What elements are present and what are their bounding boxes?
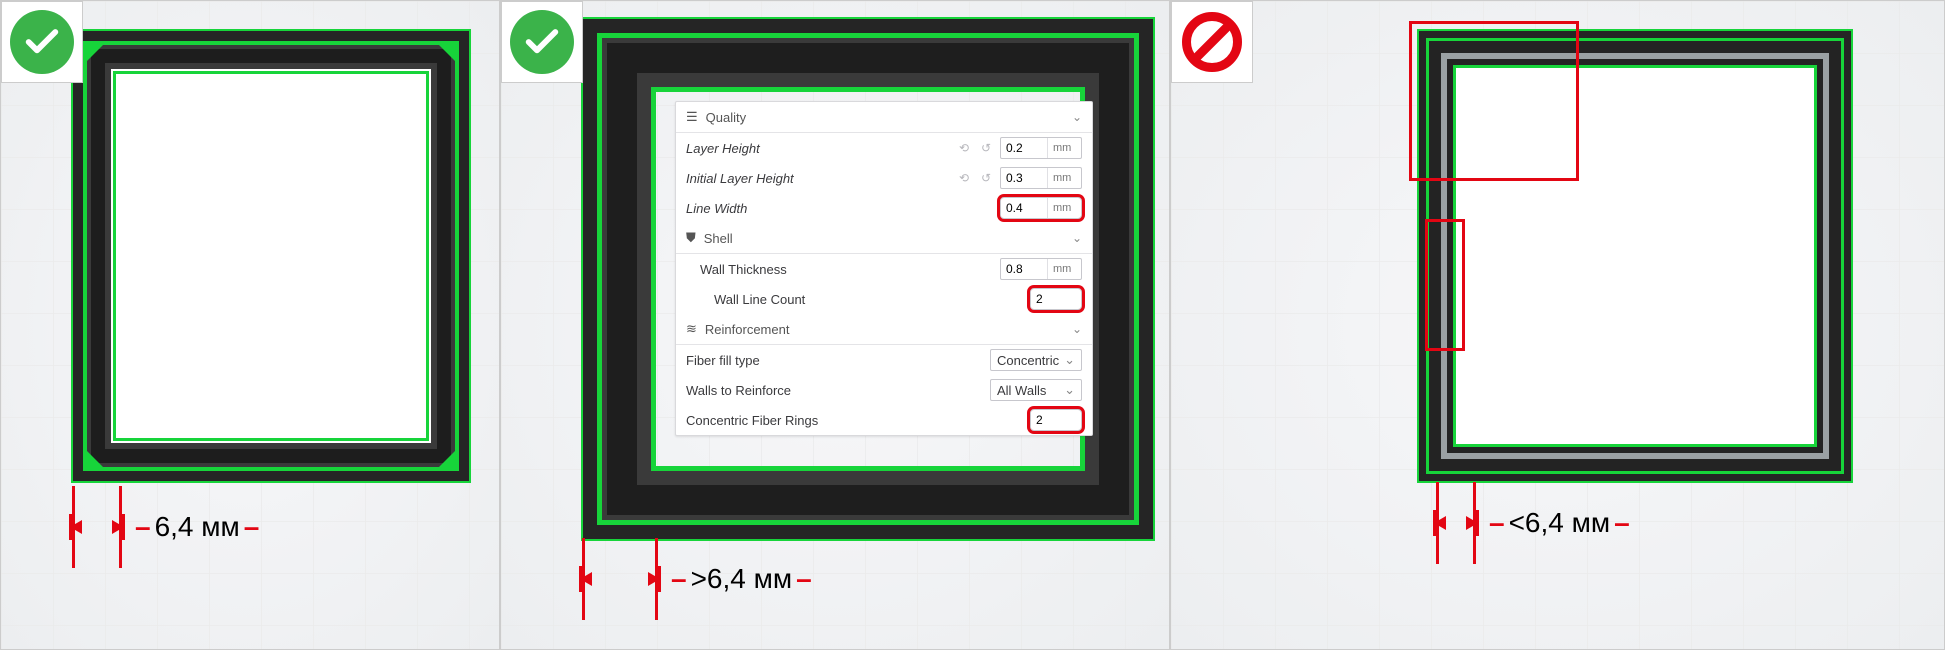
dimension-value: >6,4 мм (691, 563, 793, 595)
wall-line-count-input[interactable] (1030, 288, 1082, 310)
print-settings-panel: ☰ Quality ⌄ Layer Height ⟲ ↺ mm Initial … (675, 101, 1093, 436)
checkmark-icon (10, 10, 74, 74)
fiber-fill-type-select[interactable]: Concentric ⌄ (990, 349, 1082, 371)
panel-good-narrow: – 6,4 мм – (0, 0, 500, 650)
layer-height-input[interactable]: mm (1000, 137, 1082, 159)
setting-label: Concentric Fiber Rings (686, 413, 1024, 428)
row-fiber-fill-type: Fiber fill type Concentric ⌄ (676, 345, 1092, 375)
section-reinforcement[interactable]: ≋ Reinforcement ⌄ (676, 314, 1092, 345)
row-walls-to-reinforce: Walls to Reinforce All Walls ⌄ (676, 375, 1092, 405)
chevron-down-icon: ⌄ (1072, 322, 1082, 336)
setting-label: Wall Line Count (686, 292, 1024, 307)
panel-bad: – <6,4 мм – (1170, 0, 1945, 650)
setting-label: Walls to Reinforce (686, 383, 984, 398)
prohibited-icon (1182, 12, 1242, 72)
shield-icon: ⛊ (686, 230, 696, 246)
dimension-callout: – >6,4 мм – (579, 563, 816, 595)
list-icon: ☰ (686, 109, 698, 125)
row-wall-line-count: Wall Line Count (676, 284, 1092, 314)
initial-layer-height-input[interactable]: mm (1000, 167, 1082, 189)
setting-label: Line Width (686, 201, 994, 216)
section-title: Quality (706, 110, 746, 125)
dimension-value: <6,4 мм (1509, 507, 1611, 539)
link-icon[interactable]: ⟲ (956, 171, 972, 185)
concentric-fiber-rings-input[interactable] (1030, 409, 1082, 431)
status-badge (1, 1, 83, 83)
chevron-down-icon: ⌄ (1064, 382, 1075, 398)
row-layer-height: Layer Height ⟲ ↺ mm (676, 133, 1092, 163)
defect-highlight (1425, 219, 1465, 351)
section-quality[interactable]: ☰ Quality ⌄ (676, 102, 1092, 133)
chevron-down-icon: ⌄ (1064, 352, 1075, 368)
row-line-width: Line Width mm (676, 193, 1092, 223)
dimension-value: 6,4 мм (155, 511, 240, 543)
row-concentric-fiber-rings: Concentric Fiber Rings (676, 405, 1092, 435)
reset-icon[interactable]: ↺ (978, 141, 994, 155)
checkmark-icon (510, 10, 574, 74)
section-shell[interactable]: ⛊ Shell ⌄ (676, 223, 1092, 254)
panel-good-wide: ☰ Quality ⌄ Layer Height ⟲ ↺ mm Initial … (500, 0, 1170, 650)
status-badge (1171, 1, 1253, 83)
line-width-input[interactable]: mm (1000, 197, 1082, 219)
walls-to-reinforce-select[interactable]: All Walls ⌄ (990, 379, 1082, 401)
setting-label: Layer Height (686, 141, 950, 156)
dimension-callout: – 6,4 мм – (69, 511, 263, 543)
defect-highlight (1409, 21, 1579, 181)
setting-label: Fiber fill type (686, 353, 984, 368)
print-preview-frame (73, 31, 469, 481)
chevron-down-icon: ⌄ (1072, 231, 1082, 245)
row-wall-thickness: Wall Thickness mm (676, 254, 1092, 284)
reset-icon[interactable]: ↺ (978, 171, 994, 185)
fiber-icon: ≋ (686, 321, 697, 337)
setting-label: Initial Layer Height (686, 171, 950, 186)
row-initial-layer-height: Initial Layer Height ⟲ ↺ mm (676, 163, 1092, 193)
status-badge (501, 1, 583, 83)
setting-label: Wall Thickness (686, 262, 994, 277)
chevron-down-icon: ⌄ (1072, 110, 1082, 124)
section-title: Reinforcement (705, 322, 790, 337)
section-title: Shell (704, 231, 733, 246)
dimension-callout: – <6,4 мм – (1433, 507, 1634, 539)
wall-thickness-input[interactable]: mm (1000, 258, 1082, 280)
link-icon[interactable]: ⟲ (956, 141, 972, 155)
